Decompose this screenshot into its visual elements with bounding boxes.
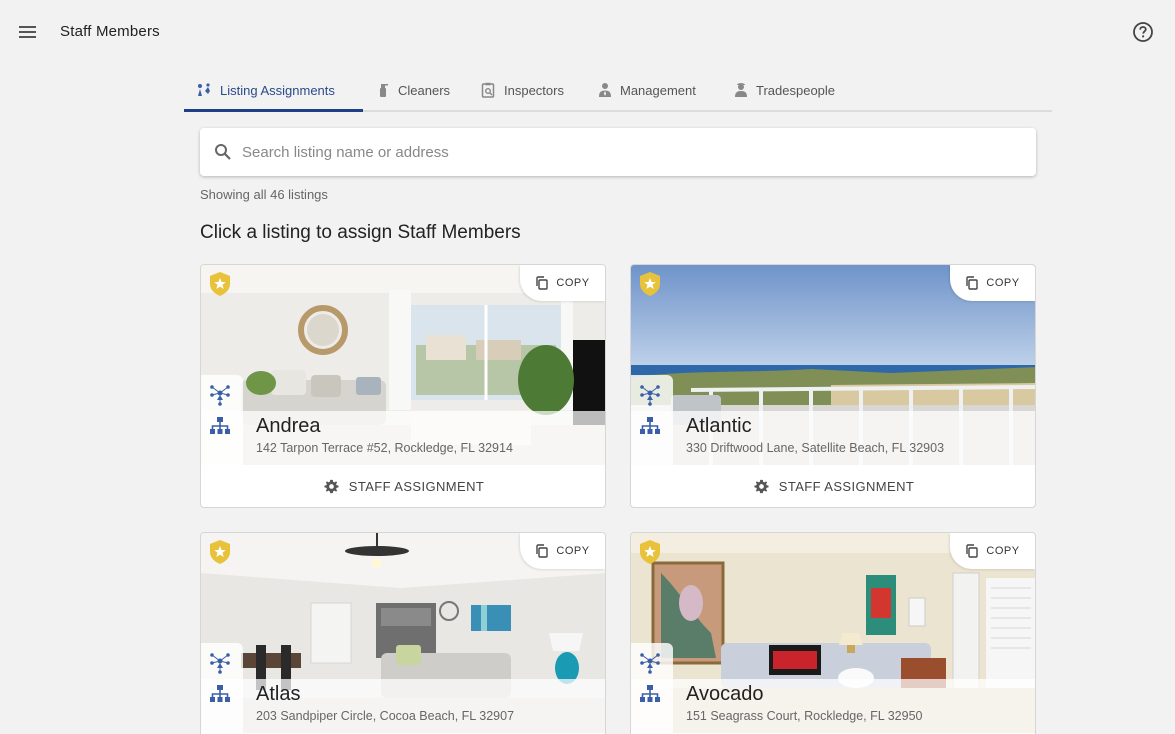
tab-label: Tradespeople [756, 82, 836, 98]
listing-address: 142 Tarpon Terrace #52, Rockledge, FL 32… [256, 441, 513, 455]
staff-network-icon[interactable] [209, 652, 231, 679]
gear-icon [754, 479, 769, 493]
staff-tabs: Listing Assignments Cleaners Inspectors … [184, 70, 1052, 112]
staff-assignment-button[interactable]: STAFF ASSIGNMENT [201, 465, 605, 507]
listing-name: Avocado [686, 683, 764, 705]
listing-name: Atlantic [686, 415, 752, 437]
tab-label: Cleaners [398, 82, 451, 98]
copy-icon [536, 544, 549, 558]
listing-address: 330 Driftwood Lane, Satellite Beach, FL … [686, 441, 945, 455]
instruction-heading: Click a listing to assign Staff Members [200, 222, 521, 243]
listing-assignment-icon [198, 83, 210, 96]
star-badge-icon [208, 271, 232, 302]
copy-button[interactable]: COPY [520, 533, 605, 569]
listing-card-avocado[interactable]: Avocado 151 Seagrass Court, Rockledge, F… [630, 532, 1036, 734]
tab-management[interactable]: Management [598, 70, 696, 110]
spray-bottle-icon [380, 84, 388, 97]
star-badge-icon [208, 539, 232, 570]
copy-label: COPY [556, 277, 590, 289]
listing-count: Showing all 46 listings [200, 187, 328, 202]
tab-listing-assignments[interactable]: Listing Assignments [196, 70, 335, 110]
listing-card-atlas[interactable]: Atlas 203 Sandpiper Circle, Cocoa Beach,… [200, 532, 606, 734]
star-badge-icon [638, 271, 662, 302]
tab-label: Management [620, 82, 696, 98]
search-box [200, 128, 1036, 176]
copy-button[interactable]: COPY [950, 265, 1035, 301]
copy-icon [966, 276, 979, 290]
staff-network-icon[interactable] [639, 384, 661, 411]
tab-label: Listing Assignments [220, 82, 335, 98]
listing-name: Atlas [256, 683, 301, 705]
listing-name: Andrea [256, 415, 321, 437]
copy-icon [966, 544, 979, 558]
page-title: Staff Members [60, 23, 160, 40]
active-tab-indicator [184, 109, 363, 112]
staff-network-icon[interactable] [639, 652, 661, 679]
hierarchy-icon[interactable] [209, 415, 231, 442]
clipboard-search-icon [481, 82, 495, 98]
copy-label: COPY [986, 277, 1020, 289]
listing-address: 203 Sandpiper Circle, Cocoa Beach, FL 32… [256, 709, 515, 723]
tab-inspectors[interactable]: Inspectors [481, 70, 564, 110]
copy-icon [536, 276, 549, 290]
copy-label: COPY [986, 545, 1020, 557]
top-app-bar: Staff Members [0, 0, 1175, 64]
action-label: STAFF ASSIGNMENT [348, 478, 485, 494]
worker-icon [735, 83, 747, 97]
manager-icon [599, 83, 611, 97]
hierarchy-icon[interactable] [209, 683, 231, 710]
staff-assignment-button[interactable]: STAFF ASSIGNMENT [631, 465, 1035, 507]
menu-icon[interactable] [18, 22, 38, 42]
search-icon [215, 144, 231, 160]
tab-tradespeople[interactable]: Tradespeople [734, 70, 835, 110]
listing-address: 151 Seagrass Court, Rockledge, FL 32950 [686, 709, 923, 723]
copy-button[interactable]: COPY [520, 265, 605, 301]
tab-cleaners[interactable]: Cleaners [376, 70, 450, 110]
gear-icon [324, 479, 339, 493]
tab-label: Inspectors [504, 82, 564, 98]
copy-button[interactable]: COPY [950, 533, 1035, 569]
copy-label: COPY [556, 545, 590, 557]
hierarchy-icon[interactable] [639, 683, 661, 710]
action-label: STAFF ASSIGNMENT [778, 478, 915, 494]
help-circle-icon[interactable] [1132, 21, 1154, 43]
star-badge-icon [638, 539, 662, 570]
staff-network-icon[interactable] [209, 384, 231, 411]
search-input[interactable] [242, 143, 1002, 161]
hierarchy-icon[interactable] [639, 415, 661, 442]
listing-card-atlantic[interactable]: Atlantic 330 Driftwood Lane, Satellite B… [630, 264, 1036, 508]
listing-card-andrea[interactable]: Andrea 142 Tarpon Terrace #52, Rockledge… [200, 264, 606, 508]
